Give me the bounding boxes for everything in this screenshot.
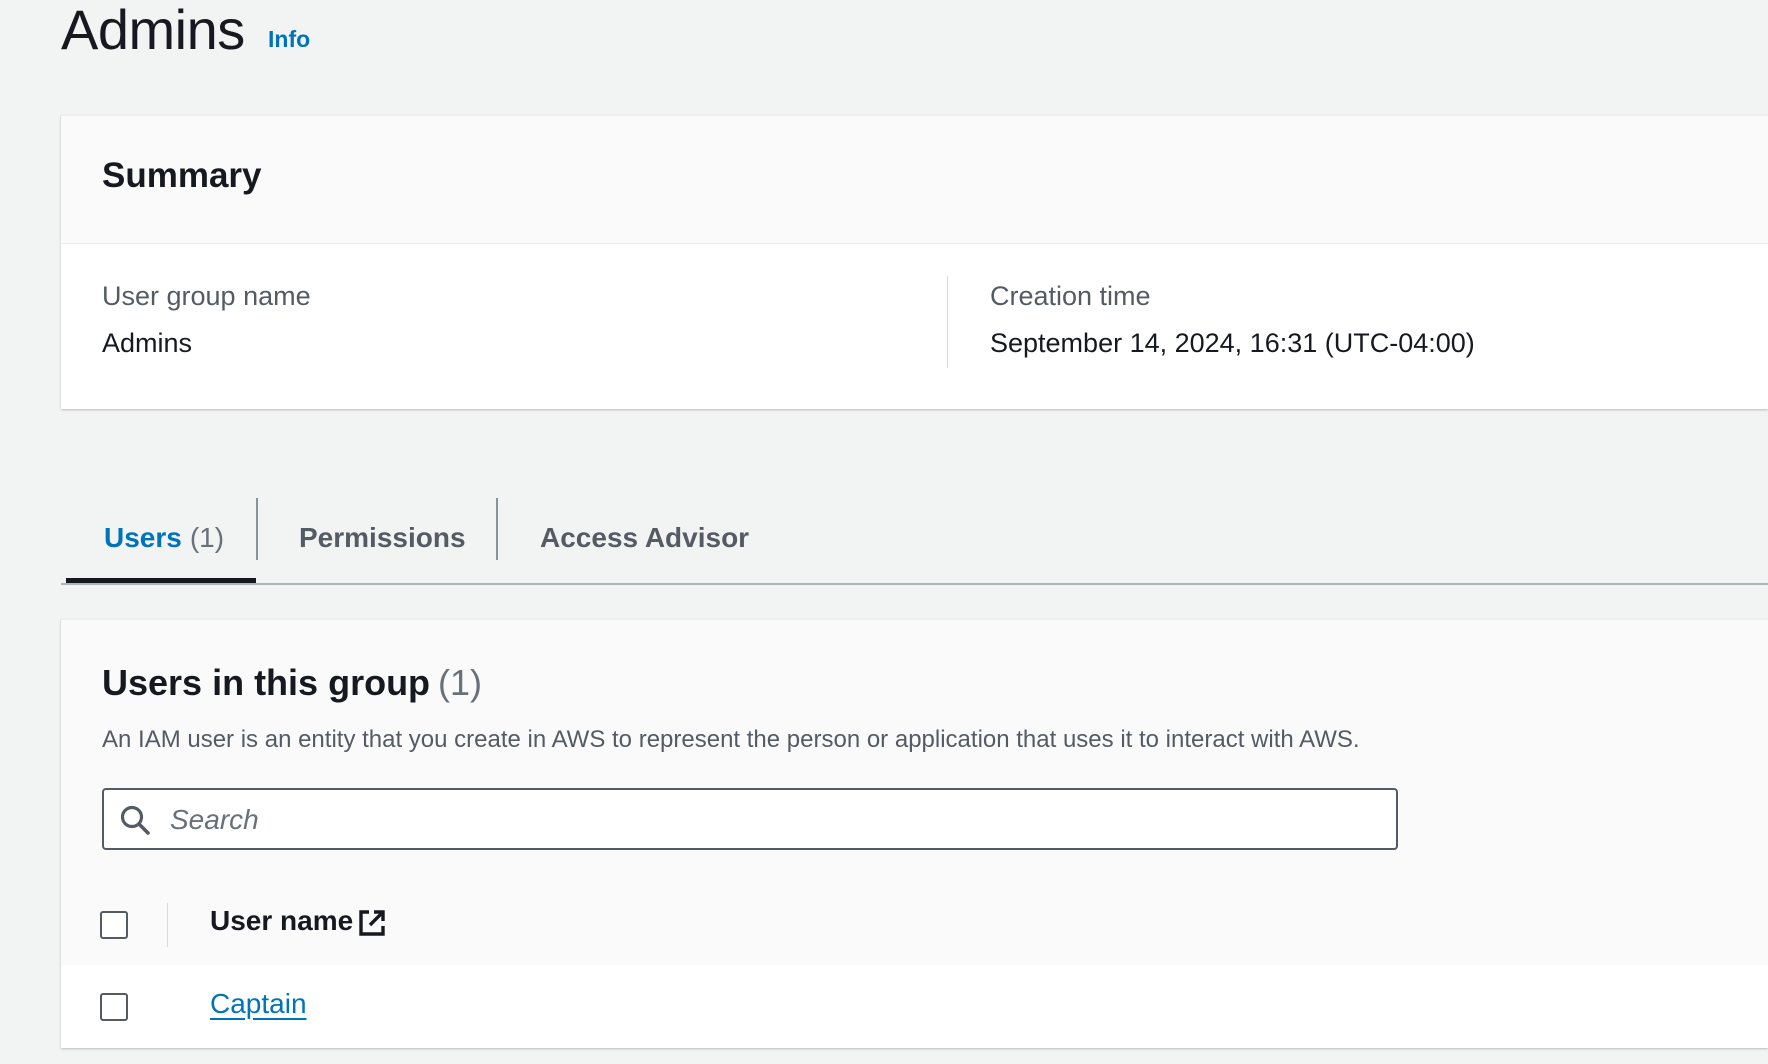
users-description: An IAM user is an entity that you create… <box>102 726 1360 753</box>
users-panel: Users in this group (1) An IAM user is an… <box>61 619 1768 1048</box>
tab-users-count: (1) <box>189 522 225 553</box>
page-title: Admins <box>61 0 245 61</box>
users-title-text: Users in this group <box>102 662 431 703</box>
search-input[interactable] <box>168 798 1382 842</box>
tab-users-label: Users <box>104 522 182 553</box>
search-box[interactable] <box>102 788 1398 850</box>
tab-access-advisor[interactable]: Access Advisor <box>540 516 749 560</box>
external-link-icon[interactable] <box>357 908 387 938</box>
summary-title: Summary <box>102 156 262 195</box>
summary-panel: Summary User group name Admins Creation … <box>61 115 1768 409</box>
search-icon <box>120 805 150 835</box>
group-name-label: User group name <box>102 281 311 311</box>
creation-time-value: September 14, 2024, 16:31 (UTC-04:00) <box>990 328 1475 358</box>
info-link[interactable]: Info <box>268 26 310 53</box>
column-separator <box>167 903 168 947</box>
row-checkbox[interactable] <box>100 993 128 1021</box>
tab-permissions[interactable]: Permissions <box>299 516 466 560</box>
tab-bar: Users (1) Permissions Access Advisor <box>61 494 1768 585</box>
tab-separator <box>496 498 498 560</box>
tab-bar-border <box>61 583 1768 585</box>
users-title: Users in this group (1) <box>102 662 482 704</box>
users-title-count: (1) <box>438 662 483 703</box>
group-name-value: Admins <box>102 328 193 358</box>
select-all-checkbox[interactable] <box>100 911 128 939</box>
tab-users[interactable]: Users (1) <box>104 516 224 560</box>
column-header-user-name[interactable]: User name <box>210 905 353 937</box>
table-header: User name <box>61 883 1768 966</box>
tab-separator <box>256 498 258 560</box>
summary-divider <box>947 276 948 368</box>
creation-time-label: Creation time <box>990 281 1151 311</box>
summary-header <box>61 116 1768 244</box>
user-name-link[interactable]: Captain <box>210 988 307 1020</box>
table-row: Captain <box>61 965 1768 1047</box>
users-header: Users in this group (1) An IAM user is an… <box>61 620 1768 884</box>
